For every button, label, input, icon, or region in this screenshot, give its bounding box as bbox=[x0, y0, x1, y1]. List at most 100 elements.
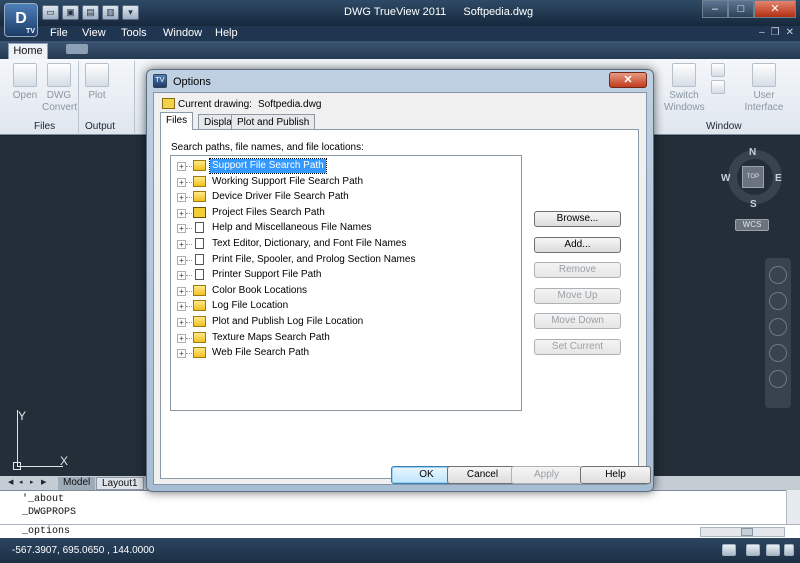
compass-north: N bbox=[749, 147, 757, 158]
menu-help[interactable]: Help bbox=[215, 27, 238, 39]
remove-button[interactable]: Remove bbox=[534, 262, 621, 278]
annotation-scale-icon[interactable] bbox=[746, 544, 760, 556]
doc-close-icon[interactable]: ✕ bbox=[786, 27, 794, 38]
orbit-icon[interactable] bbox=[769, 344, 787, 362]
folder-icon bbox=[193, 347, 206, 359]
tree-node[interactable]: + Device Driver File Search Path bbox=[177, 190, 517, 204]
expand-icon[interactable]: + bbox=[177, 162, 186, 171]
tree-node[interactable]: + Support File Search Path bbox=[177, 158, 517, 174]
expand-icon[interactable]: + bbox=[177, 286, 186, 296]
open-button[interactable]: Open bbox=[10, 63, 40, 102]
user-interface-label-2: Interface bbox=[744, 102, 784, 113]
menu-window[interactable]: Window bbox=[163, 27, 202, 39]
dwg-convert-button[interactable]: DWG Convert bbox=[42, 63, 77, 114]
model-space-icon[interactable] bbox=[722, 544, 736, 556]
printer-icon[interactable]: ▥ bbox=[102, 5, 119, 20]
dropdown-icon[interactable]: ▾ bbox=[122, 5, 139, 20]
expand-icon[interactable]: + bbox=[177, 318, 186, 327]
command-scroll-thumb[interactable] bbox=[741, 528, 753, 536]
pan-hand-icon[interactable] bbox=[769, 292, 787, 310]
tab-layout1[interactable]: Layout1 bbox=[96, 477, 144, 490]
expand-icon[interactable]: + bbox=[177, 177, 186, 187]
add-button[interactable]: Add... bbox=[534, 237, 621, 253]
tree-node[interactable]: + Help and Miscellaneous File Names bbox=[177, 221, 517, 235]
tree-node[interactable]: + Plot and Publish Log File Location bbox=[177, 315, 517, 329]
showmotion-icon[interactable] bbox=[769, 370, 787, 388]
tree-node-label: Log File Location bbox=[212, 300, 289, 312]
wcs-menu[interactable]: WCS bbox=[735, 219, 769, 231]
expand-icon[interactable]: + bbox=[177, 240, 186, 249]
command-input[interactable]: _options bbox=[22, 526, 70, 537]
prev-layout-icon[interactable]: ◂ bbox=[19, 478, 27, 487]
tab-plot-and-publish[interactable]: Plot and Publish bbox=[231, 114, 316, 130]
move-up-button[interactable]: Move Up bbox=[534, 288, 621, 304]
save-icon[interactable]: ▣ bbox=[62, 5, 79, 20]
cancel-button[interactable]: Cancel bbox=[447, 466, 518, 484]
doc-restore-icon[interactable]: ❐ bbox=[771, 27, 780, 38]
doc-minimize-icon[interactable]: – bbox=[759, 27, 765, 38]
switch-windows-button[interactable]: Switch Windows bbox=[664, 63, 705, 114]
folder-icon bbox=[193, 191, 206, 203]
clean-screen-icon[interactable] bbox=[784, 544, 794, 556]
browse-button[interactable]: Browse... bbox=[534, 211, 621, 227]
print-icon[interactable]: ▤ bbox=[82, 5, 99, 20]
tree-connector bbox=[186, 337, 192, 339]
minimize-button[interactable]: – bbox=[702, 0, 728, 18]
compass-west: W bbox=[721, 173, 731, 184]
tree-node[interactable]: + Texture Maps Search Path bbox=[177, 331, 517, 345]
set-current-button[interactable]: Set Current bbox=[534, 339, 621, 355]
tree-node[interactable]: + Printer Support File Path bbox=[177, 268, 517, 282]
menu-file[interactable]: File bbox=[50, 27, 68, 39]
tile-windows-button[interactable] bbox=[710, 63, 726, 97]
viewcube-top-face[interactable]: TOP bbox=[742, 166, 764, 188]
expand-icon[interactable]: + bbox=[177, 208, 186, 218]
ribbon-minimize-icon[interactable] bbox=[66, 44, 88, 54]
maximize-button[interactable]: □ bbox=[728, 0, 754, 18]
document-title: Softpedia.dwg bbox=[463, 6, 534, 18]
tree-node[interactable]: + Working Support File Search Path bbox=[177, 175, 517, 189]
command-line[interactable] bbox=[0, 524, 800, 538]
help-button[interactable]: Help bbox=[580, 466, 651, 484]
expand-icon[interactable]: + bbox=[177, 255, 186, 265]
tree-node[interactable]: + Project Files Search Path bbox=[177, 206, 517, 220]
expand-icon[interactable]: + bbox=[177, 333, 186, 343]
tree-node-label: Printer Support File Path bbox=[212, 269, 322, 281]
folder-icon bbox=[193, 175, 206, 187]
switch-windows-label-1: Switch bbox=[669, 90, 699, 101]
apply-button[interactable]: Apply bbox=[511, 466, 582, 484]
panel-label-output: Output bbox=[85, 121, 116, 132]
plot-button[interactable]: Plot bbox=[84, 63, 110, 102]
user-interface-button[interactable]: User Interface bbox=[742, 63, 786, 114]
dialog-close-button[interactable]: ✕ bbox=[609, 72, 647, 88]
workspace-icon[interactable] bbox=[766, 544, 780, 556]
expand-icon[interactable]: + bbox=[177, 302, 186, 312]
ribbon-tab-bar: Home bbox=[0, 41, 800, 59]
tree-node[interactable]: + Log File Location bbox=[177, 299, 517, 313]
tree-node[interactable]: + Print File, Spooler, and Prolog Section… bbox=[177, 253, 517, 267]
zoom-icon[interactable] bbox=[769, 318, 787, 336]
application-menu-button[interactable]: D TV bbox=[4, 3, 38, 37]
menu-view[interactable]: View bbox=[82, 27, 106, 39]
tree-connector bbox=[186, 290, 192, 292]
expand-icon[interactable]: + bbox=[177, 349, 186, 359]
command-history-scrollbar[interactable] bbox=[786, 490, 800, 524]
tree-node[interactable]: + Color Book Locations bbox=[177, 284, 517, 298]
tab-files[interactable]: Files bbox=[160, 112, 194, 130]
expand-icon[interactable]: + bbox=[177, 224, 186, 234]
tree-node[interactable]: + Web File Search Path bbox=[177, 346, 517, 360]
expand-icon[interactable]: + bbox=[177, 271, 186, 281]
close-button[interactable]: ✕ bbox=[754, 0, 796, 18]
menu-tools[interactable]: Tools bbox=[121, 27, 147, 39]
options-dialog: TV Options ✕ Current drawing: Softpedia.… bbox=[146, 69, 654, 492]
steering-wheel-icon[interactable] bbox=[769, 266, 787, 284]
tab-model[interactable]: Model bbox=[58, 477, 96, 490]
move-down-button[interactable]: Move Down bbox=[534, 313, 621, 329]
last-layout-icon[interactable]: ▶ bbox=[41, 478, 49, 487]
tree-node[interactable]: + Text Editor, Dictionary, and Font File … bbox=[177, 237, 517, 251]
first-layout-icon[interactable]: ◀ bbox=[8, 478, 16, 487]
open-folder-icon[interactable]: ▭ bbox=[42, 5, 59, 20]
search-paths-tree[interactable]: + Support File Search Path + Working Suppor… bbox=[170, 155, 522, 411]
expand-icon[interactable]: + bbox=[177, 193, 186, 203]
next-layout-icon[interactable]: ▸ bbox=[30, 478, 38, 487]
tab-home[interactable]: Home bbox=[8, 43, 48, 59]
